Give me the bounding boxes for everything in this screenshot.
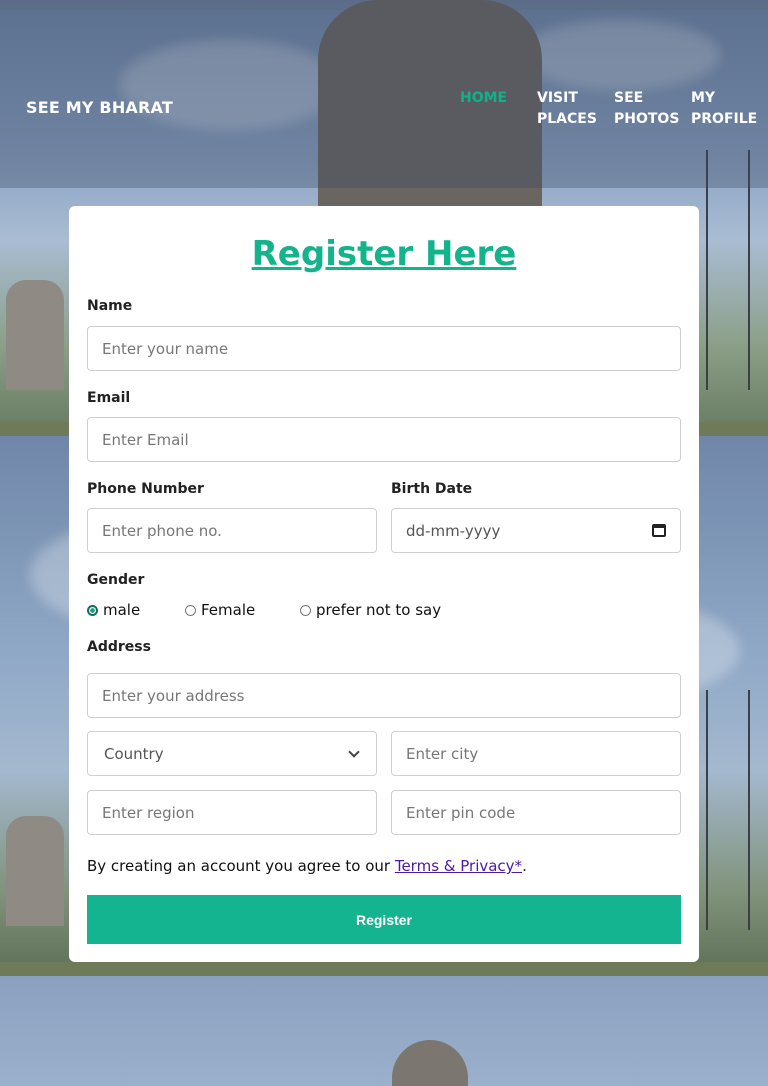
terms-suffix: .	[522, 857, 527, 875]
name-input[interactable]	[87, 326, 681, 371]
terms-text: By creating an account you agree to our …	[87, 857, 527, 875]
nav-my-profile[interactable]: MY PROFILE	[691, 88, 768, 130]
email-label: Email	[87, 390, 131, 406]
terms-prefix: By creating an account you agree to our	[87, 857, 395, 875]
nav-menu: HOME VISIT PLACES SEE PHOTOS MY PROFILE	[460, 88, 768, 130]
radio-prefer-not[interactable]	[300, 604, 311, 616]
pin-code-input[interactable]	[391, 790, 681, 835]
terms-link[interactable]: Terms & Privacy*	[395, 857, 522, 875]
radio-female[interactable]	[185, 604, 196, 616]
address-label: Address	[87, 639, 151, 655]
radio-label: prefer not to say	[316, 601, 442, 619]
birth-date-label: Birth Date	[391, 481, 473, 497]
phone-input[interactable]	[87, 508, 377, 553]
gender-label: Gender	[87, 572, 145, 588]
nav-home[interactable]: HOME	[460, 88, 537, 130]
register-button[interactable]: Register	[87, 895, 681, 944]
radio-label: male	[103, 601, 141, 619]
register-card: Register Here Name Email Phone Number Bi…	[69, 206, 699, 962]
country-select[interactable]: Country	[87, 731, 377, 776]
background-tile	[0, 976, 768, 1086]
ground-strip	[0, 962, 768, 976]
calendar-icon[interactable]	[652, 524, 666, 537]
gender-option-male[interactable]: male	[87, 601, 185, 619]
gender-option-female[interactable]: Female	[185, 601, 300, 619]
email-input[interactable]	[87, 417, 681, 462]
birth-date-input[interactable]: dd-mm-yyyy	[391, 508, 681, 553]
navbar: SEE MY BHARAT HOME VISIT PLACES SEE PHOT…	[0, 10, 768, 188]
phone-label: Phone Number	[87, 481, 204, 497]
address-input[interactable]	[87, 673, 681, 718]
radio-label: Female	[201, 601, 256, 619]
gender-option-prefer-not[interactable]: prefer not to say	[300, 601, 441, 619]
side-statue	[6, 280, 64, 390]
region-input[interactable]	[87, 790, 377, 835]
radio-male[interactable]	[87, 604, 98, 616]
nav-visit-places[interactable]: VISIT PLACES	[537, 88, 614, 130]
birth-date-placeholder: dd-mm-yyyy	[406, 521, 501, 540]
country-selected-value: Country	[104, 744, 164, 763]
power-tower	[706, 690, 750, 930]
gender-radio-group: male Female prefer not to say	[87, 601, 441, 619]
brand-logo[interactable]: SEE MY BHARAT	[26, 98, 173, 117]
city-input[interactable]	[391, 731, 681, 776]
side-statue	[6, 816, 64, 926]
nav-see-photos[interactable]: SEE PHOTOS	[614, 88, 691, 130]
name-label: Name	[87, 298, 133, 314]
chevron-down-icon	[348, 745, 360, 758]
top-strip	[0, 0, 768, 10]
page-title: Register Here	[251, 234, 517, 274]
